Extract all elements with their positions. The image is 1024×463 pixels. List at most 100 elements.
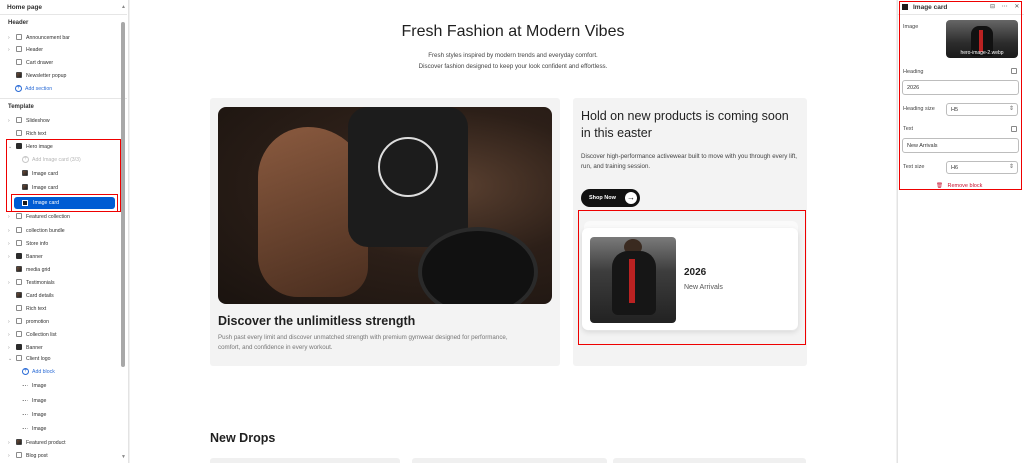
- sidebar-item-label: Banner: [26, 254, 43, 260]
- sidebar-item-label: Store info: [26, 241, 49, 247]
- promo-heading: Hold on new products is coming soon in t…: [581, 109, 789, 140]
- sidebar-item-label: Rich text: [26, 131, 47, 137]
- sidebar-item-label: Testimonials: [26, 280, 55, 286]
- sidebar-item-label: Collection list: [26, 332, 57, 338]
- sidebar-item-promotion[interactable]: › promotion: [0, 316, 118, 328]
- product-card-stub: [412, 458, 607, 463]
- preview-title: Fresh Fashion at Modern Vibes: [401, 23, 625, 40]
- sidebar-item-header[interactable]: › Header: [0, 44, 118, 56]
- settings-panel: Image card ⊟ ⋯ ✕ Image hero-image-2.webp…: [897, 0, 1024, 463]
- chevron-right-icon[interactable]: ›: [8, 280, 13, 286]
- banner-icon: [16, 344, 22, 350]
- scroll-up-icon[interactable]: ▲: [121, 4, 126, 10]
- sidebar-item-label: Header: [26, 47, 44, 53]
- sidebar-item-card-details[interactable]: Card details: [0, 290, 118, 302]
- sidebar-item-store-info[interactable]: › Store info: [0, 238, 118, 250]
- sidebar-item-rich-text-2[interactable]: Rich text: [0, 303, 118, 315]
- sidebar-item-label: Featured product: [26, 440, 66, 446]
- template-section-title: Template: [8, 104, 34, 110]
- sidebar-item-label: promotion: [26, 319, 50, 325]
- section-icon: [16, 452, 22, 458]
- media-grid-icon: [16, 266, 22, 272]
- sidebar-item-client-logo[interactable]: ⌄ Client logo: [0, 353, 118, 365]
- text-icon: [16, 305, 22, 311]
- chevron-right-icon[interactable]: ›: [8, 440, 13, 446]
- sidebar-item-label: Rich text: [26, 306, 47, 312]
- sidebar-item-image[interactable]: Image: [0, 423, 118, 435]
- left-sidebar: Home page Header › Announcement bar › He…: [0, 0, 129, 463]
- sidebar-item-newsletter-popup[interactable]: Newsletter popup: [0, 70, 118, 82]
- sidebar-item-label: Blog post: [26, 453, 48, 459]
- chevron-right-icon[interactable]: ›: [8, 332, 13, 338]
- page-title: Home page: [7, 4, 43, 11]
- new-drops-heading: New Drops: [210, 431, 276, 445]
- sidebar-item-image[interactable]: Image: [0, 409, 118, 421]
- section-icon: [16, 355, 22, 361]
- sidebar-item-label: collection bundle: [26, 228, 65, 234]
- sidebar-item-cart-drawer[interactable]: Cart drawer: [0, 57, 118, 69]
- add-block-label: Add block: [32, 369, 55, 375]
- chevron-right-icon[interactable]: ›: [8, 241, 13, 247]
- shop-now-button[interactable]: Shop Now →: [581, 189, 640, 207]
- sidebar-item-collection-bundle[interactable]: › collection bundle: [0, 225, 118, 237]
- section-icon: [16, 59, 22, 65]
- image-block-icon: [22, 400, 28, 402]
- section-icon: [16, 34, 22, 40]
- sidebar-item-label: Image: [32, 383, 47, 389]
- sidebar-item-image[interactable]: Image: [0, 380, 118, 392]
- image-block-icon: [22, 414, 28, 416]
- chevron-right-icon[interactable]: ›: [8, 345, 13, 351]
- sidebar-item-featured-collection[interactable]: › Featured collection: [0, 211, 118, 223]
- sidebar-item-label: Banner: [26, 345, 43, 351]
- subtitle-line: Fresh styles inspired by modern trends a…: [428, 52, 598, 59]
- subtitle-line: Discover fashion designed to keep your l…: [418, 63, 608, 70]
- highlight-box: [899, 1, 1022, 190]
- sidebar-item-image[interactable]: Image: [0, 395, 118, 407]
- sidebar-item-label: Image: [32, 412, 47, 418]
- section-icon: [16, 279, 22, 285]
- section-icon: [16, 227, 22, 233]
- divider: [0, 14, 127, 15]
- sidebar-item-featured-product[interactable]: › Featured product: [0, 437, 118, 449]
- chevron-right-icon[interactable]: ›: [8, 47, 13, 53]
- header-section-title: Header: [8, 20, 29, 26]
- chevron-right-icon[interactable]: ›: [8, 453, 13, 459]
- sidebar-item-media-grid[interactable]: media grid: [0, 264, 118, 276]
- product-card-stub: [210, 458, 400, 463]
- product-icon: [16, 439, 22, 445]
- sidebar-scrollbar[interactable]: [121, 22, 125, 367]
- add-block-button[interactable]: + Add block: [0, 366, 118, 378]
- image-detail: [378, 137, 438, 197]
- chevron-right-icon[interactable]: ›: [8, 118, 13, 124]
- section-icon: [16, 240, 22, 246]
- section-icon: [16, 46, 22, 52]
- image-detail: [418, 227, 538, 304]
- section-icon: [16, 318, 22, 324]
- plus-circle-icon: +: [15, 85, 22, 92]
- section-icon: [16, 331, 22, 337]
- highlight-box: [578, 210, 806, 345]
- sidebar-item-announcement-bar[interactable]: › Announcement bar: [0, 32, 118, 44]
- add-section-button[interactable]: + Add section: [0, 83, 118, 95]
- popup-icon: [16, 72, 22, 78]
- chevron-right-icon[interactable]: ›: [8, 319, 13, 325]
- sidebar-item-label: media grid: [26, 267, 51, 273]
- chevron-right-icon[interactable]: ›: [8, 254, 13, 260]
- chevron-right-icon[interactable]: ›: [8, 228, 13, 234]
- scroll-down-icon[interactable]: ▼: [121, 454, 126, 460]
- sidebar-item-slideshow[interactable]: › Slideshow: [0, 115, 118, 127]
- chevron-right-icon[interactable]: ›: [8, 35, 13, 41]
- sidebar-item-testimonials[interactable]: › Testimonials: [0, 277, 118, 289]
- sidebar-item-banner[interactable]: › Banner: [0, 251, 118, 263]
- sidebar-item-blog-post[interactable]: › Blog post: [0, 450, 118, 462]
- promo-text: Discover high-performance activewear bui…: [581, 153, 797, 170]
- chevron-down-icon[interactable]: ⌄: [8, 356, 13, 362]
- sidebar-item-label: Card details: [26, 293, 54, 299]
- sidebar-item-collection-list[interactable]: › Collection list: [0, 329, 118, 341]
- chevron-right-icon[interactable]: ›: [8, 214, 13, 220]
- plus-circle-icon: +: [22, 368, 29, 375]
- theme-preview: Fresh Fashion at Modern Vibes Fresh styl…: [130, 0, 896, 463]
- section-icon: [16, 213, 22, 219]
- sidebar-item-label: Featured collection: [26, 214, 70, 220]
- add-section-label: Add section: [25, 86, 53, 92]
